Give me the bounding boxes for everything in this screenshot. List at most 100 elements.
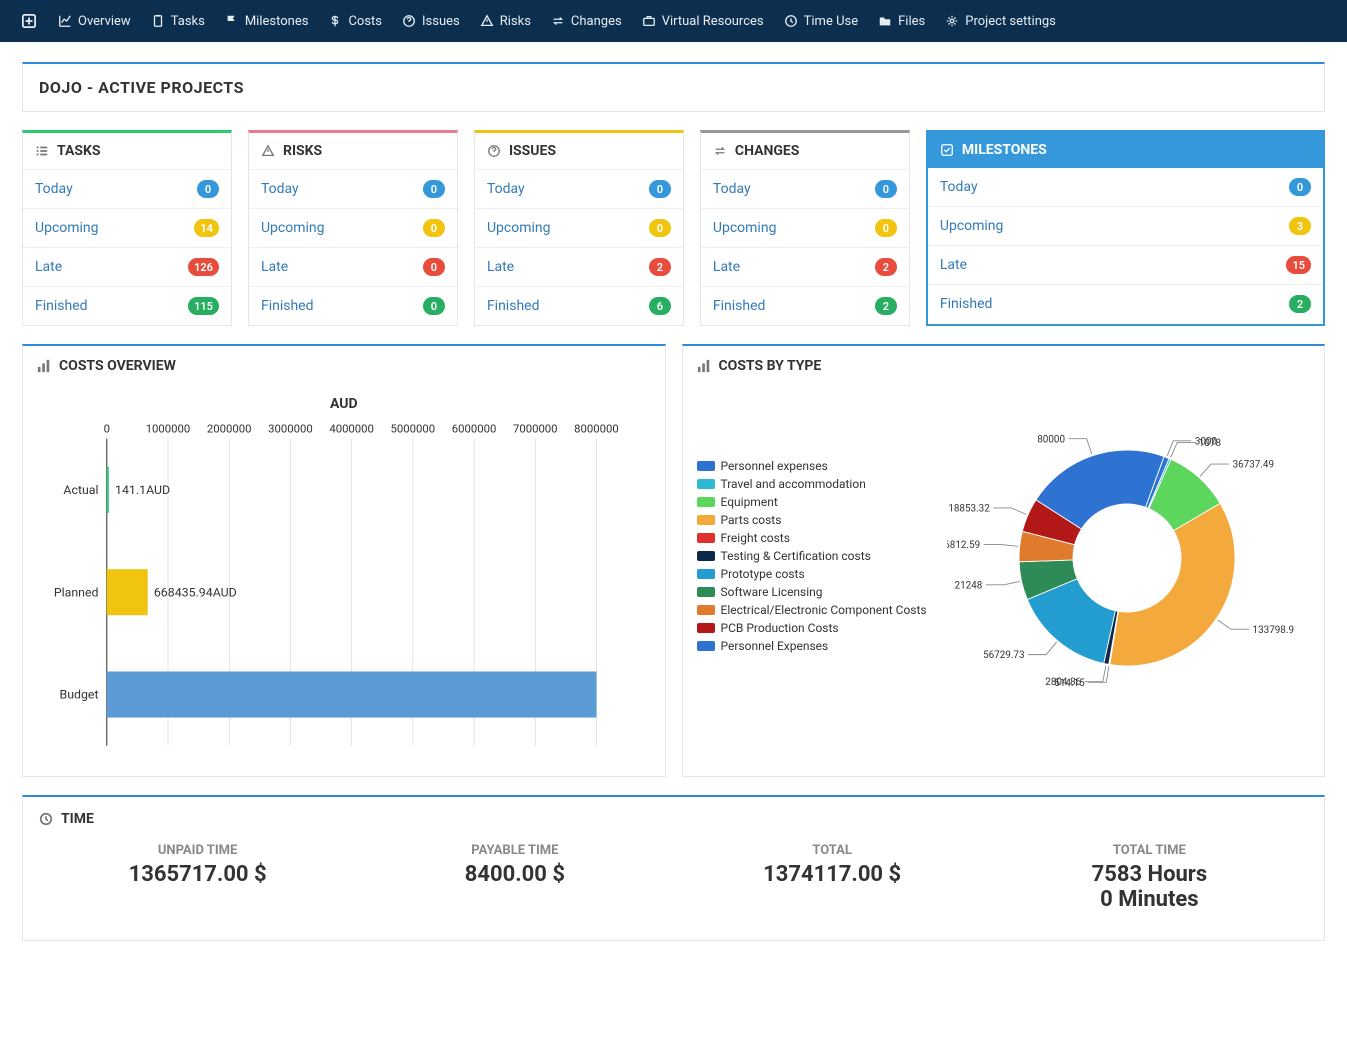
stat-link-upcoming[interactable]: Upcoming [940,218,1004,234]
page-title: DOJO - ACTIVE PROJECTS [39,78,1308,97]
legend-item: Testing & Certification costs [697,549,927,563]
stat-badge: 126 [188,258,219,276]
stat-link-upcoming[interactable]: Upcoming [35,220,99,236]
nav-tasks[interactable]: Tasks [141,0,215,42]
stat-row: Today0 [475,170,683,209]
bar-chart-axis-title: AUD [37,396,651,412]
stat-row: Late 0 [249,248,457,287]
stat-badge: 2 [1289,295,1311,313]
exchange-icon [713,144,727,158]
legend-item: PCB Production Costs [697,621,927,635]
costs-by-type-title: COSTS BY TYPE [719,358,822,374]
unpaid-time-value: 1365717.00 $ [39,862,356,887]
legend-item: Personnel expenses [697,459,927,473]
stat-badge: 0 [423,297,445,315]
stat-link-late[interactable]: Late [261,259,288,275]
legend-label: Personnel expenses [721,459,828,473]
nav-label: Milestones [245,14,309,29]
dollar-icon [328,14,342,28]
nav-files[interactable]: Files [868,0,935,42]
stat-link-today[interactable]: Today [487,181,525,197]
card-tasks: TASKSToday0Upcoming14Late126Finished115 [22,130,232,326]
card-title: MILESTONES [962,142,1047,158]
stat-link-today[interactable]: Today [713,181,751,197]
nav-issues[interactable]: Issues [392,0,470,42]
nav-changes[interactable]: Changes [541,0,632,42]
folder-icon [878,14,892,28]
legend-swatch [697,533,715,543]
stat-link-late[interactable]: Late [35,259,62,275]
svg-text:56729.73: 56729.73 [983,650,1024,661]
costs-overview-panel: COSTS OVERVIEW AUD 010000002000000300000… [22,344,666,777]
legend-label: Electrical/Electronic Component Costs [721,603,927,617]
svg-text:80000: 80000 [1037,434,1065,445]
stat-link-late[interactable]: Late [940,257,967,273]
stat-link-finished[interactable]: Finished [261,298,314,314]
clock-icon [784,14,798,28]
stat-badge: 0 [1289,178,1311,196]
stat-link-today[interactable]: Today [940,179,978,195]
costs-by-type-panel: COSTS BY TYPE Personnel expensesTravel a… [682,344,1326,777]
card-title: TASKS [57,143,101,159]
stat-link-late[interactable]: Late [713,259,740,275]
stat-badge: 6 [649,297,671,315]
summary-cards-row: TASKSToday0Upcoming14Late126Finished115R… [22,130,1325,326]
legend-item: Freight costs [697,531,927,545]
stat-link-finished[interactable]: Finished [940,296,993,312]
payable-time-label: PAYABLE TIME [356,843,673,858]
stat-link-finished[interactable]: Finished [35,298,88,314]
clipboard-icon [151,14,165,28]
nav-project-settings[interactable]: Project settings [935,0,1066,42]
stat-link-finished[interactable]: Finished [713,298,766,314]
legend-swatch [697,587,715,597]
svg-text:18853.32: 18853.32 [948,504,990,515]
nav-time-use[interactable]: Time Use [774,0,868,42]
stat-badge: 2 [875,297,897,315]
stat-row: Upcoming0 [701,209,909,248]
stat-row: Today 0 [928,168,1323,207]
stat-link-today[interactable]: Today [261,181,299,197]
warning-icon [261,144,275,158]
add-button[interactable] [10,0,48,42]
nav-costs[interactable]: Costs [318,0,392,42]
svg-text:2804.86: 2804.86 [1045,677,1081,688]
stat-row: Late 126 [23,248,231,287]
legend-label: Personnel Expenses [721,639,829,653]
gears-icon [945,14,959,28]
nav-label: Issues [422,14,460,29]
stat-row: Today 0 [249,170,457,209]
stat-row: Late2 [475,248,683,287]
stat-link-late[interactable]: Late [487,259,514,275]
stat-badge: 0 [423,180,445,198]
stat-badge: 0 [423,258,445,276]
stat-link-upcoming[interactable]: Upcoming [713,220,777,236]
svg-text:8000000: 8000000 [574,421,619,435]
stat-link-today[interactable]: Today [35,181,73,197]
nav-risks[interactable]: Risks [470,0,541,42]
costs-overview-title: COSTS OVERVIEW [59,358,176,374]
nav-milestones[interactable]: Milestones [215,0,319,42]
donut-legend: Personnel expensesTravel and accommodati… [697,459,927,657]
stat-badge: 15 [1286,256,1311,274]
stat-link-finished[interactable]: Finished [487,298,540,314]
stat-link-upcoming[interactable]: Upcoming [261,220,325,236]
time-title: TIME [61,811,94,827]
card-header: ISSUES [475,133,683,170]
nav-overview[interactable]: Overview [48,0,141,42]
legend-swatch [697,515,715,525]
stat-link-upcoming[interactable]: Upcoming [487,220,551,236]
stat-row: Finished 2 [701,287,909,325]
stat-row: Today0 [701,170,909,209]
legend-label: Equipment [721,495,778,509]
legend-swatch [697,623,715,633]
svg-text:Actual: Actual [63,484,98,498]
legend-label: Software Licensing [721,585,823,599]
card-changes: CHANGES Today0Upcoming0 Late 2Finished 2 [700,130,910,326]
svg-text:1000000: 1000000 [146,421,191,435]
legend-item: Software Licensing [697,585,927,599]
costs-overview-chart: AUD 010000002000000300000040000005000000… [37,396,651,756]
card-title: RISKS [283,143,322,159]
card-title: CHANGES [735,143,800,159]
nav-label: Overview [78,14,131,29]
nav-virtual-resources[interactable]: Virtual Resources [632,0,774,42]
